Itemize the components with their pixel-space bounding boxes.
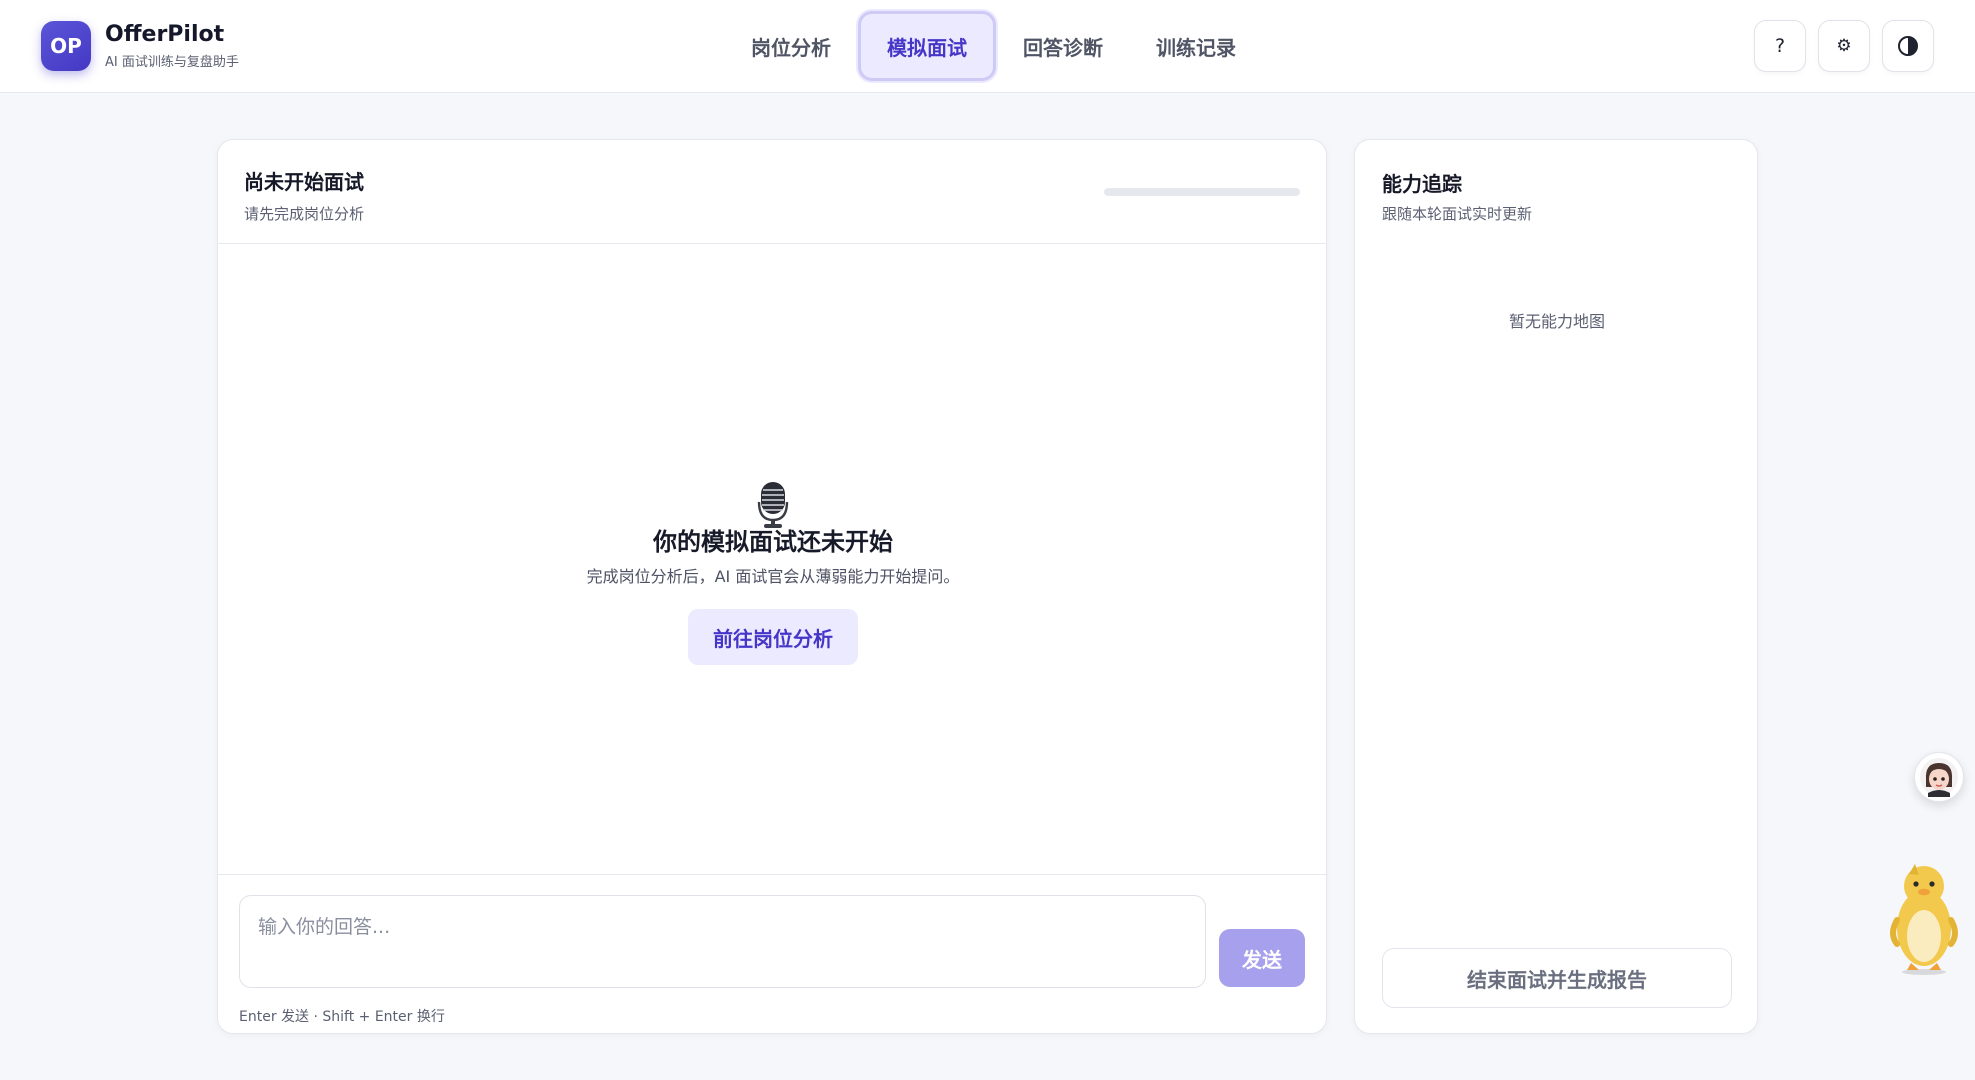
tab-mock-interview[interactable]: 模拟面试: [858, 11, 996, 81]
help-icon: ?: [1774, 35, 1786, 57]
gear-icon: ⚙: [1836, 36, 1852, 56]
ability-panel: 能力追踪 跟随本轮面试实时更新 暂无能力地图 结束面试并生成报告: [1354, 139, 1758, 1034]
header-actions: ? ⚙: [1742, 20, 1934, 72]
assistant-avatar-button[interactable]: [1914, 752, 1964, 802]
app-logo: OP: [41, 21, 91, 71]
interview-progress-bar: [1104, 188, 1300, 196]
contrast-icon: [1898, 36, 1918, 56]
help-button[interactable]: ?: [1754, 20, 1806, 72]
send-button[interactable]: 发送: [1219, 929, 1305, 987]
tab-job-analysis[interactable]: 岗位分析: [725, 11, 857, 81]
answer-composer: 发送 Enter 发送 · Shift + Enter 换行: [218, 874, 1328, 1034]
ability-subtitle: 跟随本轮面试实时更新: [1382, 205, 1533, 223]
empty-state: 你的模拟面试还未开始 完成岗位分析后，AI 面试官会从薄弱能力开始提问。 前往岗…: [218, 244, 1328, 874]
brand[interactable]: OP OfferPilot AI 面试训练与复盘助手: [41, 21, 239, 71]
interview-header: 尚未开始面试 请先完成岗位分析: [218, 140, 1326, 244]
theme-toggle-button[interactable]: [1882, 20, 1934, 72]
duck-mascot-icon[interactable]: [1885, 860, 1963, 975]
go-to-job-analysis-button[interactable]: 前往岗位分析: [688, 609, 858, 665]
tab-training-records[interactable]: 训练记录: [1130, 11, 1262, 81]
interview-status-subtitle: 请先完成岗位分析: [244, 205, 365, 223]
keyboard-hint: Enter 发送 · Shift + Enter 换行: [239, 1009, 445, 1025]
interview-panel: 尚未开始面试 请先完成岗位分析 你的模拟面试还未开始 完成岗位分析后，AI 面试…: [217, 139, 1328, 1034]
app-name: OfferPilot: [105, 22, 225, 47]
app-subtitle: AI 面试训练与复盘助手: [105, 55, 239, 70]
ability-title: 能力追踪: [1382, 172, 1462, 196]
settings-button[interactable]: ⚙: [1818, 20, 1870, 72]
tab-answer-diagnosis[interactable]: 回答诊断: [997, 11, 1129, 81]
end-interview-button[interactable]: 结束面试并生成报告: [1382, 948, 1732, 1008]
assistant-avatar-icon: [1920, 758, 1958, 797]
answer-input[interactable]: [239, 895, 1206, 988]
empty-state-description: 完成岗位分析后，AI 面试官会从薄弱能力开始提问。: [586, 567, 960, 586]
empty-state-title: 你的模拟面试还未开始: [653, 528, 893, 556]
ability-map-empty: 暂无能力地图: [1508, 312, 1605, 331]
main-tabs: 岗位分析 模拟面试 回答诊断 训练记录: [725, 11, 1263, 81]
top-bar: OP OfferPilot AI 面试训练与复盘助手 岗位分析 模拟面试 回答诊…: [0, 0, 1975, 93]
